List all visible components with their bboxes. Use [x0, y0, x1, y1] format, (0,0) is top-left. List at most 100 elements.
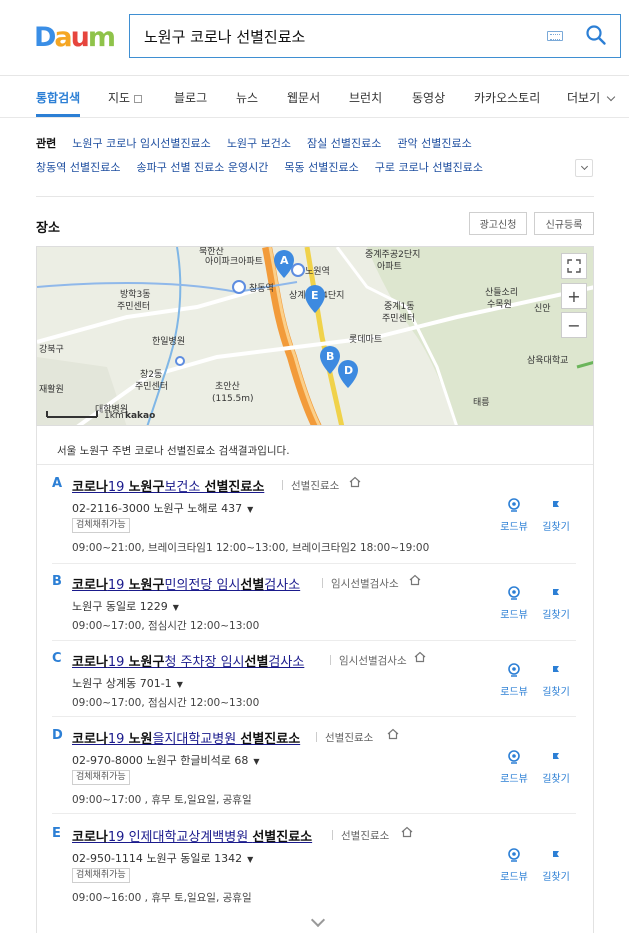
related-expand-button[interactable]: [575, 159, 593, 177]
map-label: 재활원: [39, 383, 64, 395]
tab-kakaostory[interactable]: 카카오스토리: [474, 89, 540, 106]
tab-brunch[interactable]: 브런치: [349, 89, 382, 106]
title-part: 민의전당 임시: [164, 578, 241, 593]
new-register-button[interactable]: 신규등록: [534, 212, 594, 235]
tab-more[interactable]: 더보기: [567, 89, 616, 106]
search-box: [129, 14, 621, 58]
related-link[interactable]: 노원구 보건소: [227, 135, 291, 151]
result-title-link[interactable]: 코로나19 인제대학교상계백병원 선별진료소: [72, 826, 312, 845]
roadview-button[interactable]: 로드뷰: [494, 498, 534, 533]
related-link[interactable]: 목동 선별진료소: [284, 159, 358, 175]
roadview-button[interactable]: 로드뷰: [494, 750, 534, 785]
tab-web[interactable]: 웹문서: [287, 89, 320, 106]
home-icon[interactable]: [414, 651, 426, 663]
map-fullscreen-button[interactable]: [561, 253, 587, 279]
map-zoom-in-button[interactable]: +: [561, 283, 587, 309]
caret-down-icon: ▼: [253, 757, 260, 766]
directions-icon: [553, 589, 559, 601]
map-label: 방학3동: [120, 289, 151, 300]
result-phone: 02-970-8000: [72, 754, 143, 767]
directions-button[interactable]: 길찾기: [536, 586, 576, 621]
daum-logo[interactable]: Daum: [34, 21, 116, 53]
result-address[interactable]: 02-970-8000 노원구 한글비석로 68 ▼: [72, 752, 260, 768]
directions-button[interactable]: 길찾기: [536, 663, 576, 698]
tab-integrated[interactable]: 통합검색: [36, 89, 80, 106]
map-label: 산들소리: [485, 287, 518, 298]
place-map[interactable]: 북한산 아이파크아파트 중계주공2단지 아파트 방학3동 주민센터 노원역 창동…: [36, 246, 594, 426]
result-letter: D: [52, 728, 63, 743]
marker-label: E: [311, 289, 319, 302]
result-road-address: 노원구 한글비석로 68: [146, 754, 249, 767]
search-input[interactable]: [144, 15, 534, 57]
title-part: 코로나: [72, 480, 108, 495]
result-title-link[interactable]: 코로나19 노원을지대학교병원 선별진료소: [72, 728, 300, 747]
related-link[interactable]: 관악 선별진료소: [397, 135, 471, 151]
result-item-c: C 코로나19 노원구청 주차장 임시선별검사소 임시선별검사소 노원구 상계동…: [52, 651, 576, 717]
result-category: 선별진료소: [282, 478, 339, 493]
map-label: 창2동: [140, 369, 162, 380]
tab-map[interactable]: 지도: [108, 89, 143, 106]
result-address[interactable]: 02-950-1114 노원구 동일로 1342 ▼: [72, 850, 253, 866]
title-part: 노원구: [128, 655, 165, 670]
result-address[interactable]: 노원구 상계동 701-1 ▼: [72, 675, 183, 691]
map-label: 주민센터: [117, 301, 150, 312]
result-address[interactable]: 노원구 동일로 1229 ▼: [72, 598, 179, 614]
related-link[interactable]: 노원구 코로나 임시선별진료소: [72, 135, 211, 151]
logo-letter-a: a: [54, 21, 72, 53]
tab-blog[interactable]: 블로그: [174, 89, 207, 106]
map-icon: [134, 95, 143, 103]
result-badge: 검체채취가능: [72, 770, 130, 785]
title-part: 19: [107, 655, 129, 670]
roadview-label: 로드뷰: [500, 687, 528, 698]
title-part: 보건소: [164, 480, 205, 495]
result-item-e: E 코로나19 인제대학교상계백병원 선별진료소 선별진료소 02-950-11…: [52, 826, 576, 906]
roadview-button[interactable]: 로드뷰: [494, 663, 534, 698]
roadview-icon: [508, 586, 520, 600]
result-hours: 09:00~17:00, 점심시간 12:00~13:00: [72, 697, 260, 709]
roadview-button[interactable]: 로드뷰: [494, 586, 534, 621]
home-icon[interactable]: [409, 574, 421, 586]
caret-down-icon: ▼: [176, 680, 183, 689]
roadview-button[interactable]: 로드뷰: [494, 848, 534, 883]
related-link[interactable]: 송파구 선별 진료소 운영시간: [136, 159, 268, 175]
tab-news[interactable]: 뉴스: [236, 89, 258, 106]
result-hours: 09:00~17:00, 점심시간 12:00~13:00: [72, 620, 260, 632]
result-address[interactable]: 02-2116-3000 노원구 노해로 437 ▼: [72, 500, 253, 516]
ad-apply-button[interactable]: 광고신청: [469, 212, 527, 235]
home-icon[interactable]: [401, 826, 413, 838]
related-link[interactable]: 구로 코로나 선별진료소: [375, 159, 483, 175]
tab-video[interactable]: 동영상: [412, 89, 445, 106]
roadview-icon: [508, 750, 520, 764]
map-label: 창동역: [249, 283, 274, 294]
result-title-link[interactable]: 코로나19 노원구청 주차장 임시선별검사소: [72, 651, 304, 670]
directions-icon: [553, 666, 559, 678]
title-part: 검사소: [268, 655, 305, 670]
directions-button[interactable]: 길찾기: [536, 750, 576, 785]
divider: [36, 196, 594, 197]
title-part: 19: [107, 578, 129, 593]
place-section-title: 장소: [36, 221, 60, 236]
result-letter: E: [52, 826, 61, 841]
result-letter: C: [52, 651, 62, 666]
directions-label: 길찾기: [542, 872, 570, 883]
map-label: 롯데마트: [349, 334, 382, 345]
search-button[interactable]: [585, 24, 609, 48]
map-zoom-out-button[interactable]: −: [561, 312, 587, 338]
fullscreen-icon: [567, 259, 581, 273]
marker-label: A: [280, 254, 289, 267]
map-label: 중계1동: [384, 300, 415, 312]
result-title-link[interactable]: 코로나19 노원구보건소 선별진료소: [72, 476, 264, 495]
title-part: 검사소: [264, 578, 301, 593]
result-title-link[interactable]: 코로나19 노원구민의전당 임시선별검사소: [72, 574, 300, 593]
directions-button[interactable]: 길찾기: [536, 848, 576, 883]
home-icon[interactable]: [349, 476, 361, 488]
keyboard-icon[interactable]: [547, 31, 563, 41]
result-hours: 09:00~21:00, 브레이크타임1 12:00~13:00, 브레이크타임…: [72, 542, 430, 554]
home-icon[interactable]: [387, 728, 399, 740]
related-link[interactable]: 창동역 선별진료소: [36, 159, 120, 175]
roadview-label: 로드뷰: [500, 522, 528, 533]
directions-button[interactable]: 길찾기: [536, 498, 576, 533]
related-link[interactable]: 잠실 선별진료소: [307, 135, 381, 151]
result-item-b: B 코로나19 노원구민의전당 임시선별검사소 임시선별검사소 노원구 동일로 …: [52, 574, 576, 641]
directions-label: 길찾기: [542, 687, 570, 698]
